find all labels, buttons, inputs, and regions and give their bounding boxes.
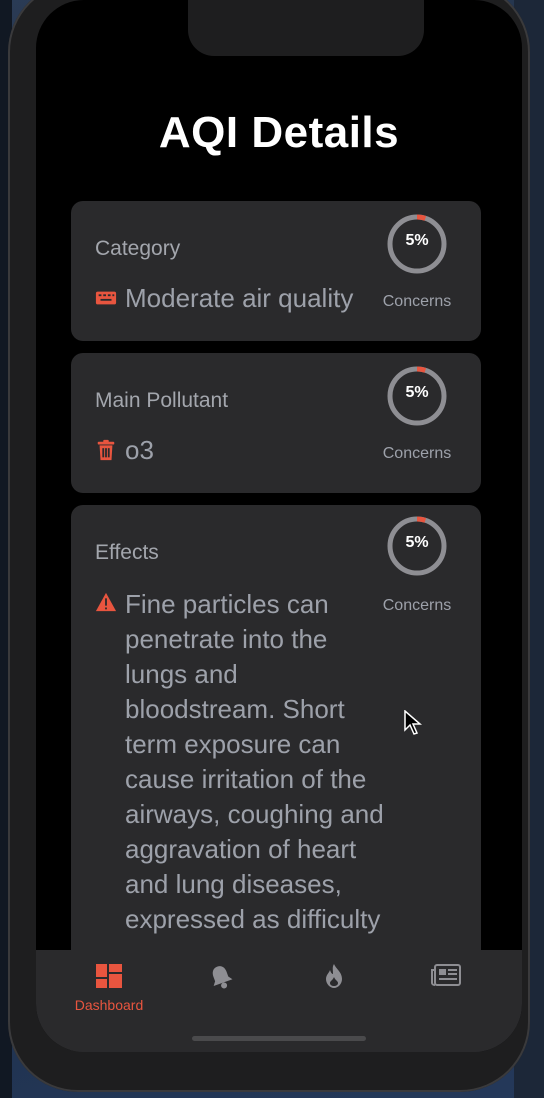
keyboard-icon: [95, 291, 117, 305]
tab-trending[interactable]: [279, 964, 389, 993]
effects-value-text: Fine particles can penetrate into the lu…: [125, 589, 384, 934]
category-value: Moderate air quality: [95, 283, 353, 314]
category-card[interactable]: Category Moderate air quality 5% Concern…: [71, 201, 481, 341]
effects-label: Effects: [95, 541, 159, 564]
main-pollutant-value-text: o3: [125, 435, 154, 465]
concerns-progress-ring: 5%: [386, 213, 448, 275]
tab-dashboard-label: Dashboard: [74, 997, 144, 1013]
effects-value: Fine particles can penetrate into the lu…: [95, 587, 395, 937]
tab-dashboard[interactable]: Dashboard: [54, 964, 164, 1013]
concerns-percent: 5%: [405, 534, 429, 551]
bell-icon: [212, 966, 233, 989]
main-pollutant-label: Main Pollutant: [95, 389, 229, 412]
concerns-progress-ring: 5%: [386, 515, 448, 577]
dashboard-icon: [96, 964, 122, 988]
mouse-cursor-icon: [404, 710, 422, 735]
tab-notifications[interactable]: [166, 964, 276, 995]
concerns-label: Concerns: [382, 597, 452, 614]
tab-news[interactable]: [391, 964, 501, 991]
main-pollutant-card[interactable]: Main Pollutant o3 5% Concerns: [71, 353, 481, 493]
warning-icon: [95, 592, 117, 612]
page-title: AQI Details: [158, 108, 400, 157]
concerns-percent: 5%: [405, 232, 429, 249]
main-pollutant-value: o3: [95, 435, 154, 466]
trash-icon: [97, 439, 115, 461]
phone-frame: AQI Details Category Moderate air qualit…: [8, 0, 530, 1092]
app-screen: AQI Details Category Moderate air qualit…: [36, 0, 522, 1052]
home-indicator[interactable]: [192, 1036, 366, 1041]
category-value-text: Moderate air quality: [125, 283, 354, 313]
concerns-percent: 5%: [405, 384, 429, 401]
concerns-label: Concerns: [382, 445, 452, 462]
category-label: Category: [95, 237, 181, 260]
fire-icon: [326, 964, 342, 988]
concerns-progress-ring: 5%: [386, 365, 448, 427]
phone-notch: [188, 0, 424, 56]
concerns-label: Concerns: [382, 293, 452, 310]
newspaper-icon: [431, 964, 461, 986]
